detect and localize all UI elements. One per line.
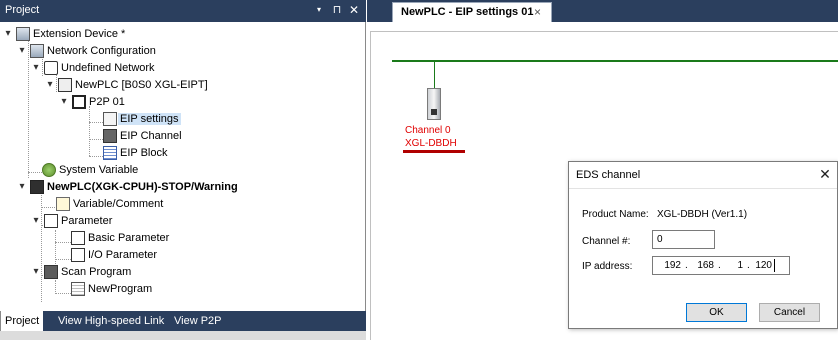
tree-item-label: NewPLC(XGK-CPUH)-STOP/Warning xyxy=(47,181,238,193)
close-icon[interactable]: ✕ xyxy=(816,165,834,183)
cancel-button[interactable]: Cancel xyxy=(759,303,820,322)
parameter-icon xyxy=(44,214,58,228)
chevron-down-icon[interactable]: ▾ xyxy=(44,78,56,92)
tree-item-label: Parameter xyxy=(61,215,113,227)
tree-connector xyxy=(41,192,42,302)
p2p-icon xyxy=(72,95,86,109)
ip-address-label: IP address: xyxy=(582,261,633,272)
chevron-down-icon[interactable]: ▾ xyxy=(58,95,70,109)
ip-octet-4[interactable]: 120 xyxy=(748,260,772,271)
text-caret xyxy=(774,259,775,272)
ip-octet-3[interactable]: 1 xyxy=(719,260,743,271)
project-pane-tabs: Project View High-speed Link View P2P xyxy=(0,311,366,331)
tree-item-label: EIP Block xyxy=(120,147,168,159)
tree-item-label: EIP Channel xyxy=(120,130,182,142)
device-name-label[interactable]: XGL-DBDH xyxy=(405,138,457,149)
tree-item-label: Network Configuration xyxy=(47,45,156,57)
eip-channel-icon xyxy=(103,129,117,143)
product-name-label: Product Name: xyxy=(582,209,649,220)
document-tab-strip: NewPLC - EIP settings 01 × xyxy=(367,0,838,22)
product-name-value: XGL-DBDH (Ver1.1) xyxy=(657,209,748,220)
ip-address-input[interactable]: 192 . 168 . 1 . 120 xyxy=(652,256,790,275)
eds-channel-dialog: EDS channel ✕ Product Name: XGL-DBDH (Ve… xyxy=(568,161,838,329)
ip-octet-2[interactable]: 168 xyxy=(690,260,714,271)
program-icon xyxy=(71,282,85,296)
tab-view-p2p[interactable]: View P2P xyxy=(174,315,222,327)
tree-item-label: P2P 01 xyxy=(89,96,125,108)
tree-item-label: Variable/Comment xyxy=(73,198,164,210)
tree-item-label: Scan Program xyxy=(61,266,132,278)
document-tab-label: NewPLC - EIP settings 01 xyxy=(401,6,534,18)
tab-eip-settings[interactable]: NewPLC - EIP settings 01 × xyxy=(392,2,552,22)
chevron-down-icon[interactable]: ▾ xyxy=(30,265,42,279)
device-module-icon[interactable] xyxy=(427,88,441,120)
tree-connector xyxy=(55,280,56,294)
project-pane: Project ▾ ⊓ ✕ ▾ Extension Device * ▾ Net… xyxy=(0,0,366,340)
chevron-down-icon[interactable]: ▾ xyxy=(16,180,28,194)
chevron-down-icon[interactable]: ▾ xyxy=(16,44,28,58)
plc-cpu-icon xyxy=(30,180,44,194)
dialog-title: EDS channel xyxy=(576,169,641,181)
tree-item-label: Extension Device * xyxy=(33,28,126,40)
tree-item-label: I/O Parameter xyxy=(88,249,158,261)
project-tree: ▾ Extension Device * ▾ Network Configura… xyxy=(0,22,366,310)
tree-item-label: System Variable xyxy=(59,164,139,176)
io-parameter-icon xyxy=(71,248,85,262)
ok-button[interactable]: OK xyxy=(686,303,747,322)
tree-item-label: NewPLC [B0S0 XGL-EIPT] xyxy=(75,79,208,91)
tree-connector xyxy=(55,259,71,260)
tree-connector xyxy=(28,172,42,173)
network-bus-line xyxy=(392,60,838,62)
scan-program-icon xyxy=(44,265,58,279)
tree-connector xyxy=(41,207,57,208)
tree-connector xyxy=(56,72,57,92)
ip-dot: . xyxy=(685,260,688,271)
system-variable-icon xyxy=(42,163,56,177)
tree-connector xyxy=(28,38,29,178)
tab-view-high-speed-link[interactable]: View High-speed Link xyxy=(58,315,164,327)
device-channel-label: Channel 0 xyxy=(405,125,451,136)
chevron-down-icon[interactable]: ▾ xyxy=(2,27,14,41)
tree-connector xyxy=(55,242,71,243)
eip-block-icon xyxy=(103,146,117,160)
basic-parameter-icon xyxy=(71,231,85,245)
tree-item-label: Basic Parameter xyxy=(88,232,170,244)
plc-module-icon xyxy=(58,78,72,92)
tree-item-label: Undefined Network xyxy=(61,62,155,74)
tab-project[interactable]: Project xyxy=(0,311,44,331)
dialog-divider xyxy=(569,188,837,189)
chevron-down-icon[interactable]: ▾ xyxy=(30,61,42,75)
tree-connector xyxy=(55,293,71,294)
project-pane-header: Project ▾ ⊓ ✕ xyxy=(0,0,366,22)
chevron-down-icon[interactable]: ▾ xyxy=(30,214,42,228)
close-tab-icon[interactable]: × xyxy=(534,5,541,19)
channel-number-label: Channel #: xyxy=(582,236,631,247)
status-strip xyxy=(0,331,366,340)
tree-item-label: EIP settings xyxy=(118,113,181,125)
extension-device-icon xyxy=(16,27,30,41)
tree-connector xyxy=(89,106,90,156)
tree-connector xyxy=(42,56,43,76)
close-pane-icon[interactable]: ✕ xyxy=(347,3,361,17)
eip-settings-icon xyxy=(103,112,117,126)
variable-comment-icon xyxy=(56,197,70,211)
network-config-icon xyxy=(30,44,44,58)
channel-number-input[interactable] xyxy=(652,230,715,249)
tree-connector xyxy=(55,230,56,266)
project-pane-title: Project xyxy=(5,4,40,16)
pin-icon[interactable]: ⊓ xyxy=(330,3,344,17)
tree-item-label: NewProgram xyxy=(88,283,153,295)
ip-octet-1[interactable]: 192 xyxy=(657,260,681,271)
pane-menu-dropdown-icon[interactable]: ▾ xyxy=(312,3,326,17)
device-selection-underline xyxy=(403,150,465,153)
network-folder-icon xyxy=(44,61,58,75)
